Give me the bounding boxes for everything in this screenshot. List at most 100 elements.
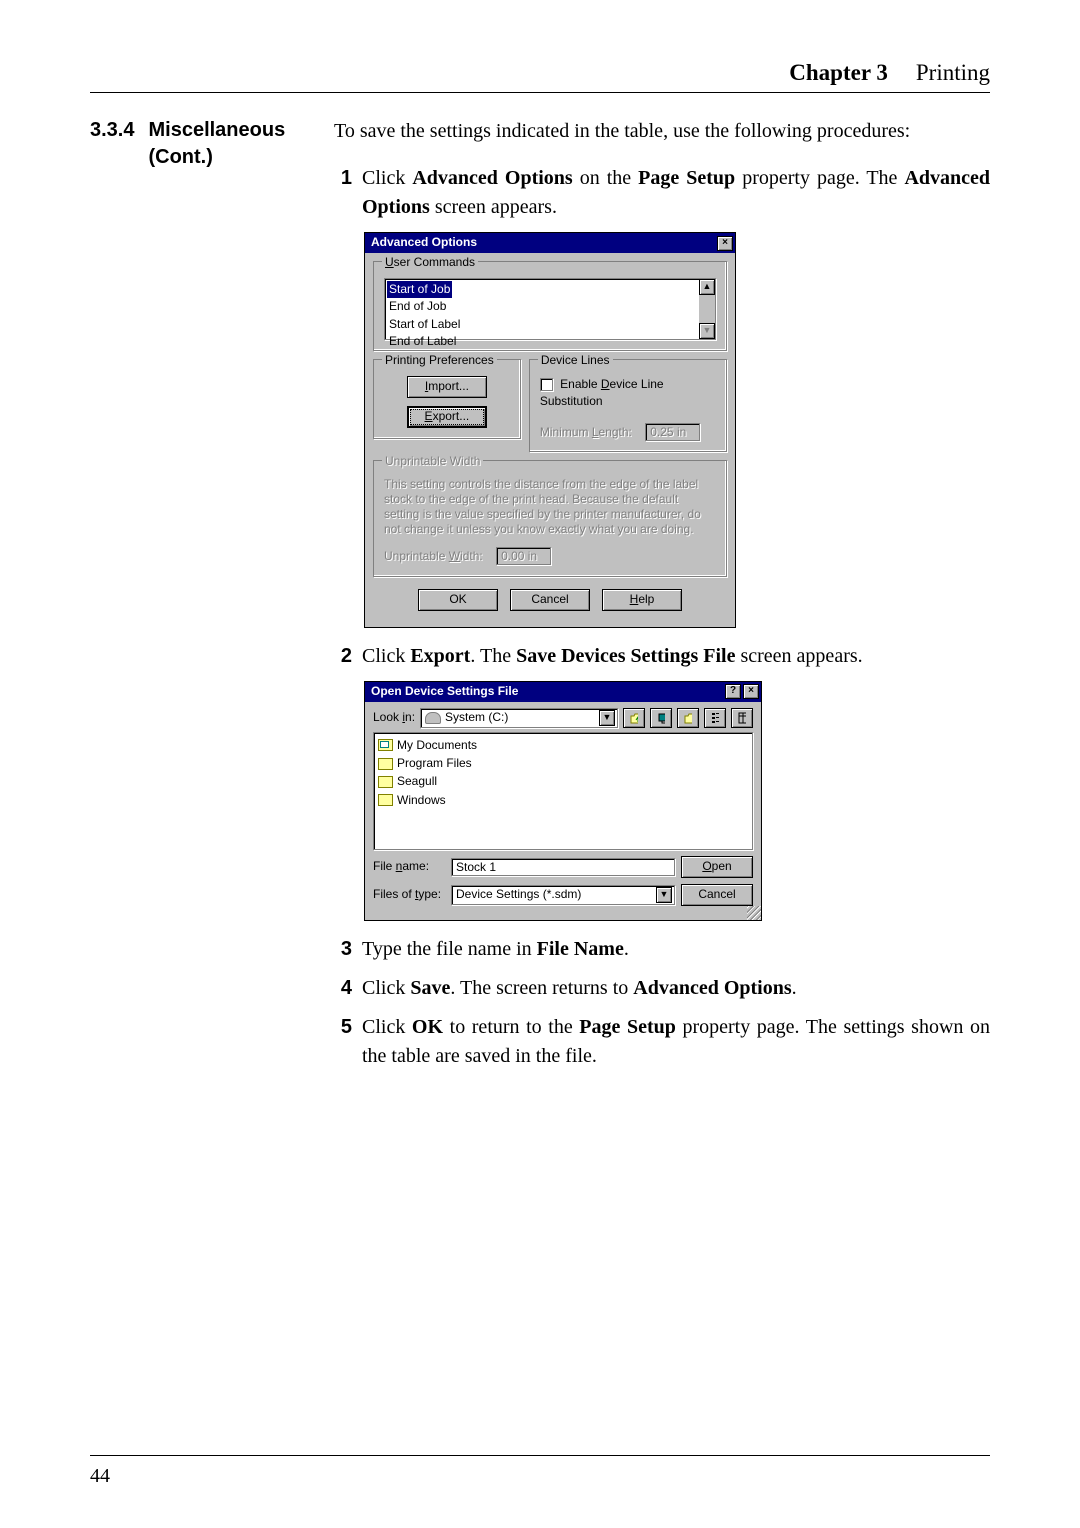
close-icon[interactable]: × xyxy=(743,684,759,699)
up-folder-button[interactable] xyxy=(623,708,645,728)
page-number: 44 xyxy=(90,1465,110,1488)
enable-substitution-checkbox[interactable]: Enable Device Line Substitution xyxy=(540,376,716,411)
details-view-button[interactable] xyxy=(731,708,753,728)
section-heading: 3.3.4 Miscellaneous (Cont.) xyxy=(90,117,310,1081)
step-number: 2 xyxy=(334,642,352,671)
list-item[interactable]: Program Files xyxy=(378,755,748,772)
section-number: 3.3.4 xyxy=(90,117,134,1081)
user-commands-list[interactable]: Start of Job End of Job Start of Label E… xyxy=(384,278,716,340)
section-title: Miscellaneous (Cont.) xyxy=(148,117,310,1081)
list-items: Start of Job End of Job Start of Label E… xyxy=(385,279,699,339)
advanced-options-dialog: Advanced Options × User Commands Start o… xyxy=(364,232,736,628)
dialog-titlebar[interactable]: Open Device Settings File ? × xyxy=(365,682,761,702)
intro-text: To save the settings indicated in the ta… xyxy=(334,117,990,146)
file-type-combo[interactable]: Device Settings (*.sdm) ▼ xyxy=(451,885,675,905)
new-folder-icon xyxy=(684,712,692,724)
dialog-titlebar[interactable]: Advanced Options × xyxy=(365,233,735,253)
help-icon[interactable]: ? xyxy=(725,684,741,699)
step-body: Click Advanced Options on the Page Setup… xyxy=(362,164,990,222)
file-list[interactable]: My Documents Program Files Seagull Windo… xyxy=(373,732,753,850)
checkbox-icon[interactable] xyxy=(540,378,553,391)
look-in-combo[interactable]: System (C:) ▼ xyxy=(420,708,618,728)
chapter-title: Printing xyxy=(916,60,990,86)
drive-icon xyxy=(425,712,441,724)
details-view-icon xyxy=(738,712,746,724)
footer-rule xyxy=(90,1455,990,1456)
cancel-button[interactable]: Cancel xyxy=(681,884,753,906)
ok-button[interactable]: OK xyxy=(418,589,498,611)
look-in-label: Look in: xyxy=(373,709,415,726)
step-5: 5 Click OK to return to the Page Setup p… xyxy=(334,1013,990,1071)
help-button[interactable]: Help xyxy=(602,589,682,611)
dialog-title: Advanced Options xyxy=(371,234,715,251)
step-body: Click Save. The screen returns to Advanc… xyxy=(362,974,990,1003)
export-button[interactable]: Export... xyxy=(407,406,487,428)
group-label: Device Lines xyxy=(538,352,613,369)
list-view-button[interactable] xyxy=(704,708,726,728)
list-item[interactable]: End of Job xyxy=(387,298,697,315)
file-name-label: File name: xyxy=(373,858,445,875)
file-dialog-bottom: File name: Stock 1 Open Files of type: D… xyxy=(365,850,761,920)
step-body: Click OK to return to the Page Setup pro… xyxy=(362,1013,990,1071)
group-label: User Commands xyxy=(382,254,478,271)
scroll-down-icon[interactable]: ▼ xyxy=(699,323,715,339)
step-2: 2 Click Export. The Save Devices Setting… xyxy=(334,642,990,671)
dialog-title: Open Device Settings File xyxy=(371,683,723,700)
step-body: Click Export. The Save Devices Settings … xyxy=(362,642,990,671)
import-button[interactable]: Import... xyxy=(407,376,487,398)
device-lines-group: Device Lines Enable Device Line Substitu… xyxy=(529,359,727,452)
list-item[interactable]: Start of Label xyxy=(387,316,697,333)
step-number: 4 xyxy=(334,974,352,1003)
dropdown-icon[interactable]: ▼ xyxy=(599,710,615,726)
folder-icon xyxy=(378,758,393,770)
open-button[interactable]: Open xyxy=(681,856,753,878)
scroll-up-icon[interactable]: ▲ xyxy=(699,279,715,295)
dialog-body: User Commands Start of Job End of Job St… xyxy=(365,253,735,627)
look-in-value: System (C:) xyxy=(445,709,508,726)
open-file-dialog: Open Device Settings File ? × Look in: S… xyxy=(364,681,762,921)
step-number: 5 xyxy=(334,1013,352,1071)
step-number: 1 xyxy=(334,164,352,222)
page-header: Chapter 3 Printing xyxy=(90,60,990,93)
step-1: 1 Click Advanced Options on the Page Set… xyxy=(334,164,990,222)
list-item[interactable]: End of Label xyxy=(387,333,697,350)
group-label: Printing Preferences xyxy=(382,352,497,369)
chapter-label: Chapter 3 xyxy=(789,60,888,86)
unprintable-width-row: Unprintable Width: 0.00 in xyxy=(384,547,716,565)
step-body: Type the file name in File Name. xyxy=(362,935,990,964)
desktop-button[interactable] xyxy=(650,708,672,728)
content-columns: 3.3.4 Miscellaneous (Cont.) To save the … xyxy=(90,117,990,1081)
resize-grip-icon[interactable] xyxy=(747,906,761,920)
list-item-selected[interactable]: Start of Job xyxy=(387,281,452,298)
list-view-icon xyxy=(711,712,719,724)
cancel-button[interactable]: Cancel xyxy=(510,589,590,611)
folder-icon xyxy=(378,794,393,806)
dialog-button-row: OK Cancel Help xyxy=(373,585,727,619)
file-name-input[interactable]: Stock 1 xyxy=(451,858,675,876)
step-4: 4 Click Save. The screen returns to Adva… xyxy=(334,974,990,1003)
minimum-length-input: 0.25 in xyxy=(645,423,700,441)
file-type-label: Files of type: xyxy=(373,886,445,903)
close-icon[interactable]: × xyxy=(717,236,733,251)
scrollbar[interactable]: ▲ ▼ xyxy=(699,279,715,339)
group-label: Unprintable Width xyxy=(382,453,483,470)
dropdown-icon[interactable]: ▼ xyxy=(656,887,672,903)
file-dialog-toolbar: Look in: System (C:) ▼ xyxy=(365,702,761,732)
pref-device-row: Printing Preferences Import... Export...… xyxy=(373,359,727,460)
step-number: 3 xyxy=(334,935,352,964)
step-3: 3 Type the file name in File Name. xyxy=(334,935,990,964)
list-item[interactable]: Seagull xyxy=(378,773,748,790)
folder-icon xyxy=(378,776,393,788)
desktop-icon xyxy=(657,712,665,724)
minimum-length-row: Minimum Length: 0.25 in xyxy=(540,423,716,441)
list-item[interactable]: Windows xyxy=(378,792,748,809)
user-commands-group: User Commands Start of Job End of Job St… xyxy=(373,261,727,351)
up-folder-icon xyxy=(630,712,638,724)
new-folder-button[interactable] xyxy=(677,708,699,728)
printing-preferences-group: Printing Preferences Import... Export... xyxy=(373,359,521,439)
body-column: To save the settings indicated in the ta… xyxy=(334,117,990,1081)
list-item[interactable]: My Documents xyxy=(378,737,748,754)
unprintable-width-group: Unprintable Width This setting controls … xyxy=(373,460,727,576)
unprintable-description: This setting controls the distance from … xyxy=(384,477,716,537)
unprintable-width-input: 0.00 in xyxy=(496,547,551,565)
